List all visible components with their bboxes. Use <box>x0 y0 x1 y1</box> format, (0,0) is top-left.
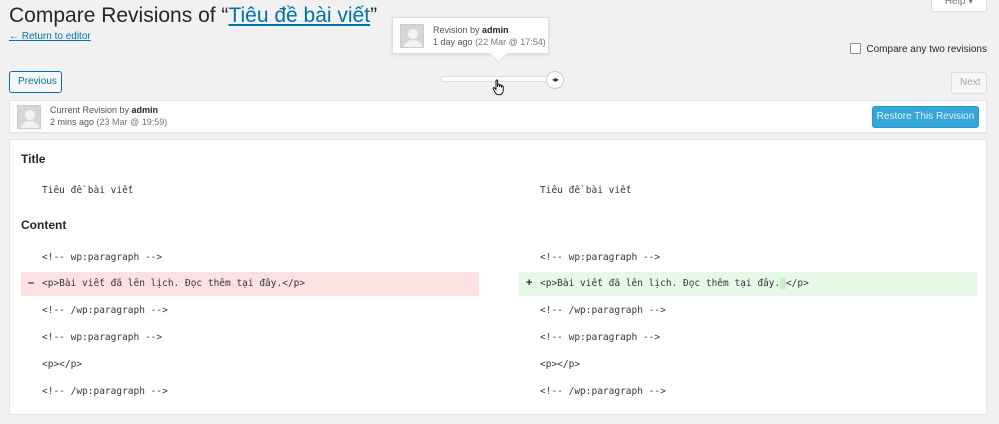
diff-right-line: <!-- wp:paragraph --> <box>540 252 661 263</box>
tooltip-time-ago: 1 day ago <box>433 37 473 47</box>
diff-deleted-sign: – <box>28 277 35 289</box>
diff-title-heading: Title <box>21 152 46 166</box>
current-revision-date-line: 2 mins ago (23 Mar @ 19:59) <box>50 117 167 127</box>
diff-left-line: <p></p> <box>42 359 83 370</box>
diff-right-line-text: <p>Bài viết đã lên lịch. Đọc thêm tại đâ… <box>540 278 781 289</box>
diff-added-row: + <p>Bài viết đã lên lịch. Đọc thêm tại … <box>519 272 977 296</box>
tooltip-author-line: Revision by admin <box>433 25 509 35</box>
current-revision-author-line: Current Revision by admin <box>50 105 158 115</box>
diff-right-line-tail: </p> <box>785 278 809 289</box>
tooltip-date: (22 Mar @ 17:54) <box>475 37 546 47</box>
compare-any-two-label: Compare any two revisions <box>866 44 987 55</box>
hand-pointer-cursor-icon <box>492 79 506 102</box>
diff-right-line-2: <p>Bài viết đã lên lịch. Đọc thêm tại đâ… <box>540 278 809 289</box>
diff-left-line: <!-- /wp:paragraph --> <box>42 386 168 397</box>
diff-title-left: Tiêu đề bài viết <box>42 185 134 196</box>
tooltip-author: admin <box>482 25 509 35</box>
help-tab-button[interactable]: Help ▾ <box>931 0 987 12</box>
avatar <box>400 24 424 48</box>
page-title: Compare Revisions of “Tiêu đề bài viết” <box>9 4 377 28</box>
tooltip-date-line: 1 day ago (22 Mar @ 17:54) <box>433 37 546 47</box>
page-title-suffix: ” <box>370 4 378 27</box>
current-revision-time-ago: 2 mins ago <box>50 117 95 127</box>
diff-deleted-row: – <p>Bài viết đã lên lịch. Đọc thêm tại … <box>21 272 479 296</box>
current-revision-date: (23 Mar @ 19:59) <box>96 117 168 127</box>
diff-left-line: <!-- wp:paragraph --> <box>42 332 163 343</box>
current-revision-label: Current Revision by <box>50 105 132 115</box>
diff-left-line: <p>Bài viết đã lên lịch. Đọc thêm tại đâ… <box>42 278 306 289</box>
tooltip-revision-by-label: Revision by <box>433 25 483 35</box>
current-revision-author: admin <box>131 105 159 115</box>
diff-title-right: Tiêu đề bài viết <box>540 185 632 196</box>
diff-left-line: <!-- /wp:paragraph --> <box>42 305 168 316</box>
diff-content-heading: Content <box>21 218 67 232</box>
current-revision-bar: Current Revision by admin 2 mins ago (23… <box>9 100 987 133</box>
post-title-link[interactable]: Tiêu đề bài viết <box>228 4 370 27</box>
compare-any-two-checkbox[interactable] <box>850 43 862 54</box>
page-title-prefix: Compare Revisions of “ <box>9 4 229 27</box>
diff-added-sign: + <box>526 277 533 289</box>
diff-panel: Title Tiêu đề bài viết Tiêu đề bài viết … <box>9 139 987 415</box>
restore-revision-button[interactable]: Restore This Revision <box>872 106 979 128</box>
revision-slider-handle[interactable]: ◂▸ <box>546 71 564 89</box>
diff-right-line: <p></p> <box>540 359 581 370</box>
diff-right-line: <!-- /wp:paragraph --> <box>540 305 666 316</box>
compare-any-two-toggle[interactable]: Compare any two revisions <box>850 43 987 55</box>
previous-button[interactable]: Previous <box>9 71 62 93</box>
diff-right-line: <!-- wp:paragraph --> <box>540 332 661 343</box>
return-to-editor-link[interactable]: ← Return to editor <box>9 31 91 42</box>
next-button[interactable]: Next <box>951 72 987 94</box>
diff-left-line: <!-- wp:paragraph --> <box>42 252 163 263</box>
avatar <box>17 105 41 129</box>
revision-tooltip: Revision by admin 1 day ago (22 Mar @ 17… <box>392 17 549 54</box>
diff-right-line: <!-- /wp:paragraph --> <box>540 386 666 397</box>
